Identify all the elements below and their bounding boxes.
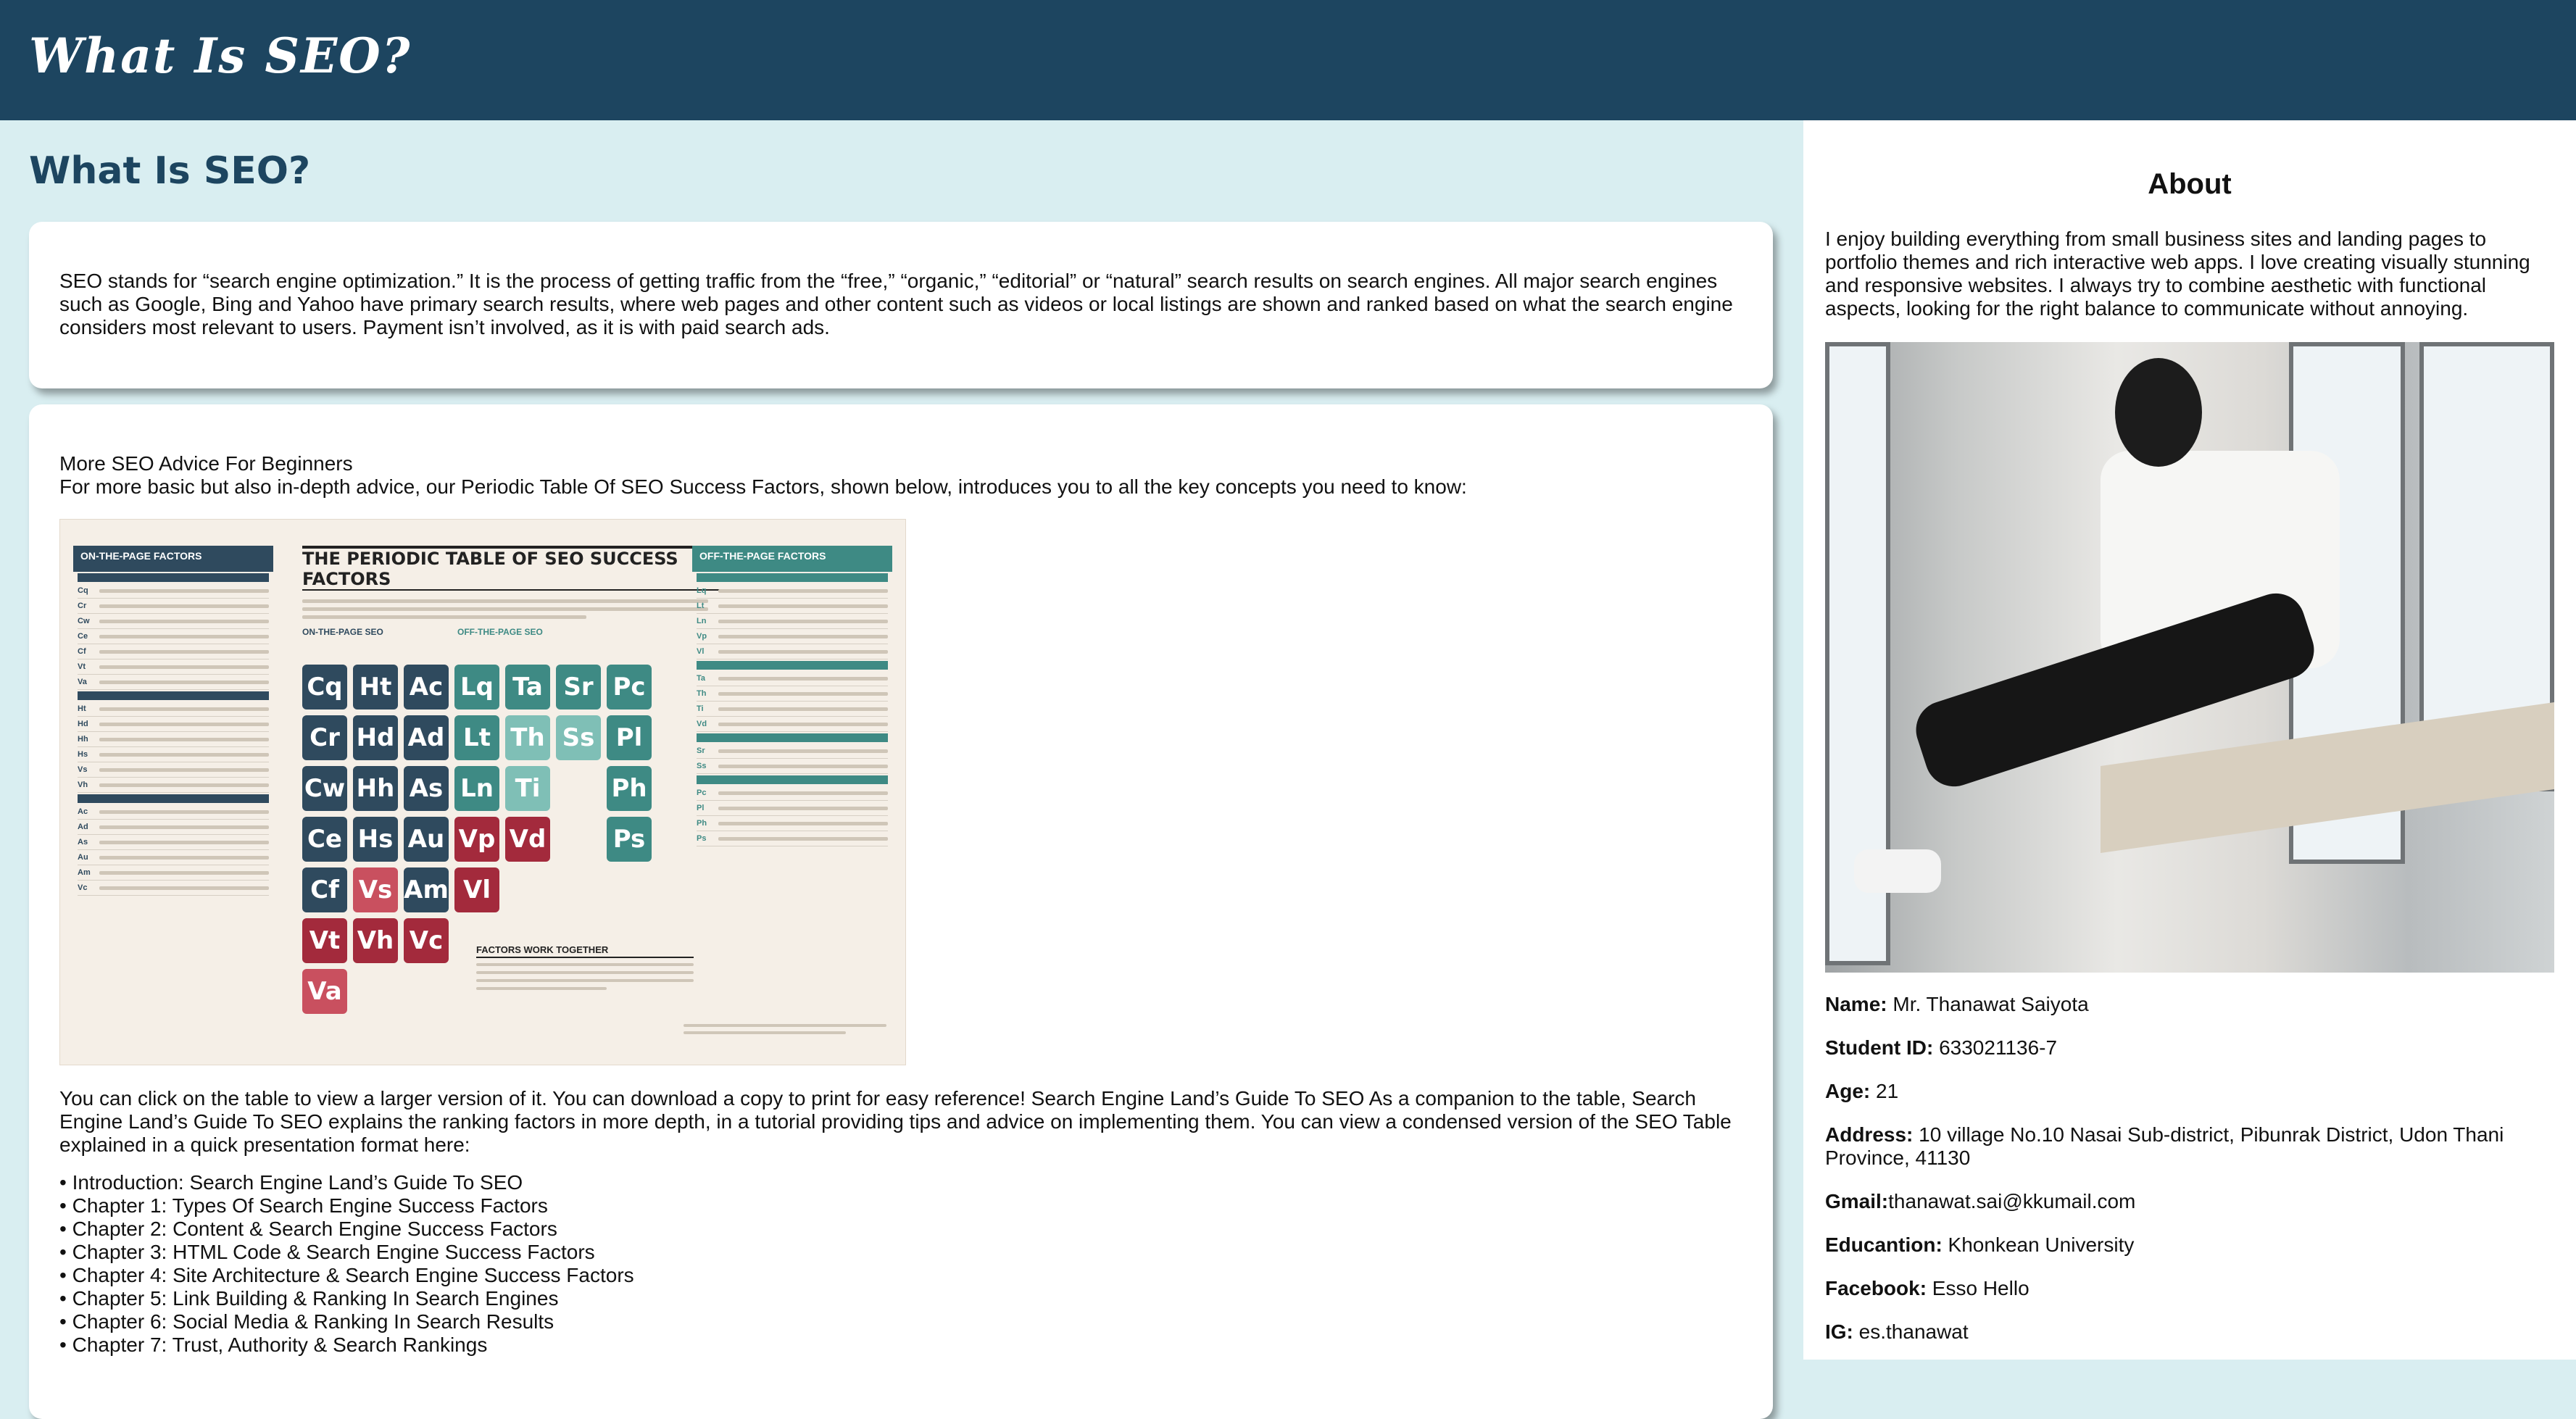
chapter-link[interactable]: Chapter 4: Site Architecture & Search En… (59, 1264, 1742, 1287)
main-content: What Is SEO? SEO stands for “search engi… (0, 120, 1803, 1419)
chapter-list: Introduction: Search Engine Land’s Guide… (59, 1171, 1742, 1357)
element-tile: Cf (302, 867, 347, 912)
chapter-link[interactable]: Chapter 5: Link Building & Ranking In Se… (59, 1287, 1742, 1310)
element-tile: Ta (505, 665, 550, 710)
element-tile: Vh (353, 918, 398, 963)
chapter-link[interactable]: Chapter 1: Types Of Search Engine Succes… (59, 1194, 1742, 1218)
offpage-seo-label: OFF-THE-PAGE SEO (457, 627, 543, 637)
element-tile: Hs (353, 817, 398, 862)
element-tile: Ph (607, 766, 652, 811)
onpage-factors-header: ON-THE-PAGE FACTORS (73, 546, 273, 572)
element-tile: Vs (353, 867, 398, 912)
periodic-table-image[interactable]: ON-THE-PAGE FACTORS Cq Cr Cw Ce Cf Vt Va… (59, 519, 906, 1065)
element-tile: Pc (607, 665, 652, 710)
page-title: What Is SEO? (29, 149, 311, 193)
intro-paragraph: SEO stands for “search engine optimizati… (59, 270, 1733, 338)
offpage-factors-header: OFF-THE-PAGE FACTORS (692, 546, 892, 572)
info-gmail: Gmail:thanawat.sai@kkumail.com (1825, 1190, 2136, 1212)
profile-photo (1825, 342, 2554, 973)
top-bar: What Is SEO? (0, 0, 2576, 120)
element-tile: Ad (404, 715, 449, 760)
info-education: Educantion: Khonkean University (1825, 1233, 2135, 1256)
advice-heading: More SEO Advice For Beginners (59, 452, 353, 475)
about-title: About (2148, 168, 2232, 200)
element-tile: Ss (556, 715, 601, 760)
about-sidebar: About I enjoy building everything from s… (1803, 120, 2576, 1360)
element-tile: Vp (454, 817, 499, 862)
chapter-link[interactable]: Chapter 7: Trust, Authority & Search Ran… (59, 1333, 1742, 1357)
element-tile: Cq (302, 665, 347, 710)
element-tile: As (404, 766, 449, 811)
info-student-id: Student ID: 633021136-7 (1825, 1036, 2058, 1059)
advice-text: For more basic but also in-depth advice,… (59, 475, 1467, 498)
element-tile: Cr (302, 715, 347, 760)
advice-card: More SEO Advice For Beginners For more b… (29, 404, 1773, 1419)
element-tile: Vt (302, 918, 347, 963)
info-name: Name: Mr. Thanawat Saiyota (1825, 993, 2089, 1015)
info-instagram: IG: es.thanawat (1825, 1320, 1969, 1343)
element-tile: Hh (353, 766, 398, 811)
factors-note-title: FACTORS WORK TOGETHER (476, 944, 694, 958)
info-age: Age: 21 (1825, 1080, 1899, 1102)
element-tile: Ti (505, 766, 550, 811)
info-address: Address: 10 village No.10 Nasai Sub-dist… (1825, 1123, 2504, 1169)
chapter-link[interactable]: Chapter 6: Social Media & Ranking In Sea… (59, 1310, 1742, 1333)
onpage-factors-column: ON-THE-PAGE FACTORS Cq Cr Cw Ce Cf Vt Va… (73, 546, 273, 1039)
chapter-link[interactable]: Introduction: Search Engine Land’s Guide… (59, 1171, 1742, 1194)
element-tile: Ce (302, 817, 347, 862)
element-tile: Hd (353, 715, 398, 760)
element-tile: Vd (505, 817, 550, 862)
element-tile: Lq (454, 665, 499, 710)
element-tile: Cw (302, 766, 347, 811)
offpage-factors-column: OFF-THE-PAGE FACTORS Lq Lt Ln Vp Vl Ta T… (692, 546, 892, 1039)
element-tile: Th (505, 715, 550, 760)
brand-title: What Is SEO? (29, 28, 412, 84)
element-tile: Lt (454, 715, 499, 760)
element-tile: Ln (454, 766, 499, 811)
info-facebook: Facebook: Esso Hello (1825, 1277, 2029, 1299)
element-tile: Ac (404, 665, 449, 710)
element-tile: Sr (556, 665, 601, 710)
periodic-table-title: THE PERIODIC TABLE OF SEO SUCCESS FACTOR… (302, 546, 723, 591)
element-tile: Va (302, 969, 347, 1014)
element-tile: Am (404, 867, 449, 912)
element-tile: Vc (404, 918, 449, 963)
element-tile: Ps (607, 817, 652, 862)
intro-card: SEO stands for “search engine optimizati… (29, 222, 1773, 388)
chapter-link[interactable]: Chapter 3: HTML Code & Search Engine Suc… (59, 1241, 1742, 1264)
element-tile: Ht (353, 665, 398, 710)
onpage-seo-label: ON-THE-PAGE SEO (302, 627, 383, 637)
after-table-paragraph: You can click on the table to view a lar… (59, 1087, 1732, 1156)
element-tile: Vl (454, 867, 499, 912)
chapter-link[interactable]: Chapter 2: Content & Search Engine Succe… (59, 1218, 1742, 1241)
element-tile: Au (404, 817, 449, 862)
about-text: I enjoy building everything from small b… (1825, 228, 2530, 320)
element-tile: Pl (607, 715, 652, 760)
